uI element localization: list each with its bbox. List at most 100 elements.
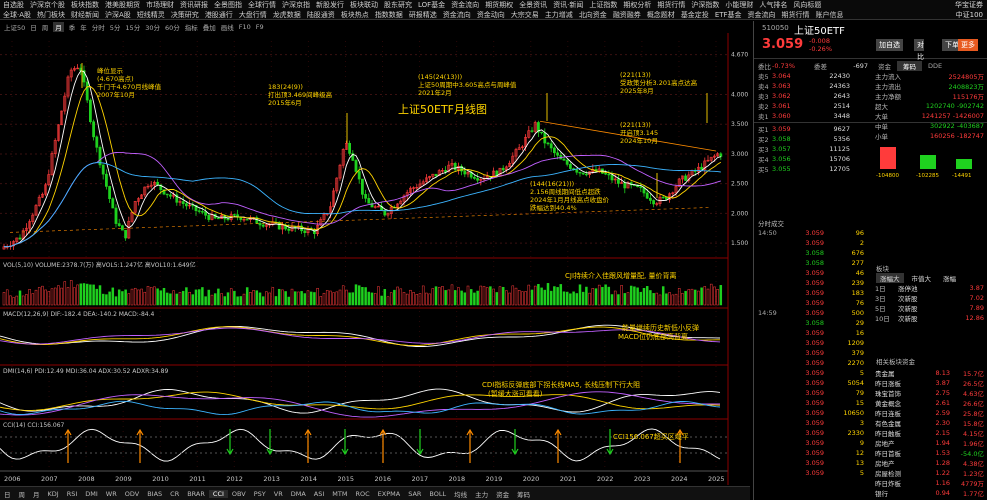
menu-item[interactable]: 全景资讯 bbox=[516, 0, 550, 10]
menu-item[interactable]: 沪深京个股 bbox=[27, 0, 68, 10]
indicator-tab[interactable]: PSY bbox=[250, 490, 270, 498]
indicator-tab[interactable]: BOLL bbox=[425, 490, 450, 498]
menu-sub-item[interactable]: 短线精灵 bbox=[134, 10, 168, 20]
flow-tab[interactable]: DDE bbox=[922, 62, 948, 70]
toolbar-item[interactable]: 分时 bbox=[92, 22, 105, 32]
menu-sub-item[interactable]: 龙虎数据 bbox=[270, 10, 304, 20]
menu-sub-item[interactable]: 融资融券 bbox=[610, 10, 644, 20]
indicator-tab[interactable]: CCI bbox=[208, 489, 228, 498]
toolbar-item[interactable]: F9 bbox=[256, 23, 264, 31]
menu-item[interactable]: 资讯研报 bbox=[177, 0, 211, 10]
menu-sub-item[interactable]: 港股通行 bbox=[202, 10, 236, 20]
sector-rank-list[interactable]: 贵金属 8.13 15.7亿 昨日涨板 3.87 26.5亿 珠宝首饰 2.75 4.63亿 黄金… bbox=[872, 368, 987, 500]
menu-sub-item[interactable]: 沪深A股 bbox=[102, 10, 134, 20]
menu-sub-item[interactable]: 北向资金 bbox=[576, 10, 610, 20]
menu-item[interactable]: 沪深指数 bbox=[688, 0, 722, 10]
menu-sub-item[interactable]: 资金流向 bbox=[440, 10, 474, 20]
indicator-tab[interactable]: SAR bbox=[404, 490, 425, 498]
menu-item[interactable]: 期货期权 bbox=[482, 0, 516, 10]
menu-item[interactable]: 全球行情 bbox=[245, 0, 279, 10]
menu-item[interactable]: 板块联动 bbox=[347, 0, 381, 10]
indicator-tab[interactable]: 日 bbox=[0, 489, 15, 499]
menu-item[interactable]: 风向标题 bbox=[790, 0, 824, 10]
toolbar-item[interactable]: 上证50 bbox=[4, 22, 25, 32]
toolbar-item[interactable]: 60分 bbox=[165, 22, 180, 32]
menu-item[interactable]: 资讯·新闻 bbox=[550, 0, 586, 10]
period-list[interactable]: 1日 涨停池 3.87 3日 次新股 7.02 5日 次新股 7.89 10日 次新股 12.86 bbox=[872, 283, 987, 323]
indicator-tab[interactable]: 主力 bbox=[471, 489, 492, 499]
menu-item[interactable]: 市场理财 bbox=[143, 0, 177, 10]
period-header-tab[interactable]: 涨幅 bbox=[939, 273, 960, 283]
toolbar-item[interactable]: 5分 bbox=[110, 22, 121, 32]
menu-sub-item[interactable]: 热门板块 bbox=[34, 10, 68, 20]
menu-item[interactable]: 新股发行 bbox=[313, 0, 347, 10]
menu-sub-item[interactable]: 基金定投 bbox=[678, 10, 712, 20]
menu-sub-item[interactable]: 全球·A股 bbox=[0, 10, 34, 20]
toolbar-item[interactable]: 30分 bbox=[145, 22, 160, 32]
menu-sub-item[interactable]: 主力增减 bbox=[542, 10, 576, 20]
menu-item[interactable]: 沪深京指 bbox=[279, 0, 313, 10]
menu-item[interactable]: 小能理财 bbox=[722, 0, 756, 10]
flow-tab[interactable]: 资金 bbox=[872, 61, 897, 71]
menu-sub-item[interactable]: 大盘行情 bbox=[236, 10, 270, 20]
period-header-tab[interactable]: 涨幅大 bbox=[876, 273, 904, 283]
indicator-tab[interactable]: OBV bbox=[228, 490, 250, 498]
indicator-tab[interactable]: MTM bbox=[328, 490, 351, 498]
menu-sub-item[interactable]: 资金动向 bbox=[474, 10, 508, 20]
indicator-tab[interactable]: BIAS bbox=[143, 490, 166, 498]
menu-item[interactable]: 港美股期货 bbox=[102, 0, 143, 10]
indicator-tab[interactable]: DMA bbox=[287, 490, 310, 498]
indicator-tab[interactable]: ROC bbox=[351, 490, 373, 498]
add-watchlist-button[interactable]: 加自选 bbox=[876, 39, 903, 51]
toolbar-item[interactable]: F10 bbox=[239, 23, 251, 31]
menu-item[interactable]: 全景图指 bbox=[211, 0, 245, 10]
indicator-tab[interactable]: 月 bbox=[29, 489, 44, 499]
menu-item[interactable]: 自选股 bbox=[0, 0, 27, 10]
menu-sub-item[interactable]: 概念题材 bbox=[644, 10, 678, 20]
compare-button[interactable]: 对比 bbox=[914, 39, 924, 61]
menu-sub-item[interactable]: 大宗交易 bbox=[508, 10, 542, 20]
indicator-tab[interactable]: 筹码 bbox=[513, 489, 534, 499]
tick-list[interactable]: 14:50 3.059 96 3.059 2 3.058 676 3.058 277 3.059 4… bbox=[754, 228, 872, 478]
menu-sub-item[interactable]: 指数数据 bbox=[372, 10, 406, 20]
menu-item[interactable]: 板块指数 bbox=[68, 0, 102, 10]
toolbar-item[interactable]: 叠加 bbox=[203, 22, 216, 32]
indicator-tab[interactable]: EXPMA bbox=[374, 490, 405, 498]
period-header-tab[interactable]: 市值大 bbox=[908, 273, 936, 283]
menu-item[interactable]: 股东研究 bbox=[381, 0, 415, 10]
indicator-tab[interactable]: BRAR bbox=[183, 490, 209, 498]
indicator-tab[interactable]: ODV bbox=[121, 490, 143, 498]
indicator-tab[interactable]: RSI bbox=[63, 490, 82, 498]
menu-sub-item[interactable]: 资金流向 bbox=[745, 10, 779, 20]
toolbar-item[interactable]: 日 bbox=[30, 22, 37, 32]
kline-chart-area[interactable]: 4.670 4.000 3.500 3.000 2.500 2.000 1.500 峰位显示… bbox=[0, 33, 750, 485]
indicator-tab[interactable]: 均线 bbox=[450, 489, 471, 499]
menu-item[interactable]: 期权分析 bbox=[620, 0, 654, 10]
menu-item[interactable]: LOF基金 bbox=[415, 0, 448, 10]
toolbar-item[interactable]: 画线 bbox=[221, 22, 234, 32]
menu-sub-item[interactable]: ETF基金 bbox=[712, 10, 745, 20]
indicator-tab[interactable]: VR bbox=[270, 490, 287, 498]
indicator-tab[interactable]: 周 bbox=[15, 489, 30, 499]
menu-item[interactable]: 期货行情 bbox=[654, 0, 688, 10]
menu-item[interactable]: 资金流向 bbox=[448, 0, 482, 10]
indicator-tab[interactable]: WR bbox=[102, 490, 121, 498]
menu-sub-item[interactable]: 研报精选 bbox=[406, 10, 440, 20]
kline-chart-svg[interactable]: 4.670 4.000 3.500 3.000 2.500 2.000 1.500 峰位显示… bbox=[0, 33, 750, 485]
indicator-tab[interactable]: ASI bbox=[310, 490, 329, 498]
menu-sub-item[interactable]: 陆股通资 bbox=[304, 10, 338, 20]
menu-item[interactable]: 人气排名 bbox=[756, 0, 790, 10]
toolbar-item[interactable]: 指标 bbox=[185, 22, 198, 32]
toolbar-item[interactable]: 季 bbox=[69, 22, 76, 32]
menu-sub-item[interactable]: 期货行情 bbox=[779, 10, 813, 20]
menu-sub-item[interactable]: 账户信息 bbox=[813, 10, 847, 20]
more-button[interactable]: 更多 bbox=[958, 39, 978, 51]
toolbar-item[interactable]: 月 bbox=[53, 22, 64, 32]
toolbar-item[interactable]: 年 bbox=[80, 22, 87, 32]
indicator-tab[interactable]: DMI bbox=[81, 490, 102, 498]
menu-sub-item[interactable]: 财经新闻 bbox=[68, 10, 102, 20]
toolbar-item[interactable]: 周 bbox=[42, 22, 49, 32]
indicator-tab[interactable]: 资金 bbox=[492, 489, 513, 499]
menu-item[interactable]: 上证指数 bbox=[586, 0, 620, 10]
indicator-tab[interactable]: KDJ bbox=[44, 490, 63, 498]
